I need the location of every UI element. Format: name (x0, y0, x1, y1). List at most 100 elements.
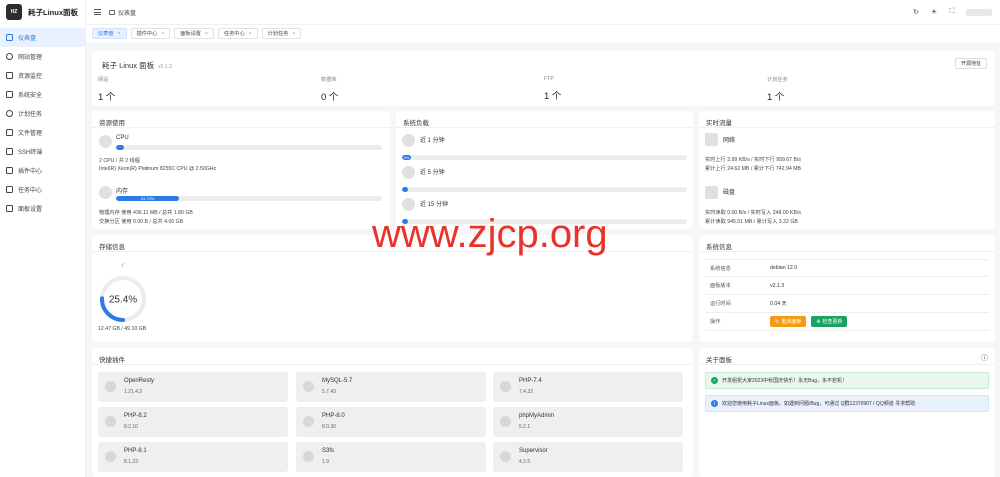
sysinfo-key: 系统信息 (710, 265, 731, 272)
sysinfo-value: v2.1.3 (770, 282, 785, 289)
plugin-card[interactable]: PHP-7.4 7.4.33 (493, 372, 683, 402)
shield-icon (6, 91, 13, 98)
brand[interactable]: HZ 耗子Linux面板 (0, 0, 85, 24)
user-avatar[interactable] (966, 8, 992, 16)
plugin-name: phpMyAdmin (519, 413, 555, 419)
tab-3[interactable]: 任务中心 × (217, 28, 258, 39)
tab-bar: 仪表盘 × 插件中心 × 面板设置 × 任务中心 × 计划任务 × (86, 24, 1000, 42)
plugin-version: 8.2.10 (124, 424, 138, 430)
cpu-icon (99, 135, 112, 148)
plugin-icon (303, 416, 314, 427)
source-link-button[interactable]: 开源地址 (954, 58, 987, 69)
divider (396, 127, 693, 128)
close-icon[interactable]: × (292, 31, 295, 37)
watermark: www.zjcp.org (372, 212, 608, 256)
plugin-card[interactable]: PHP-8.1 8.1.23 (98, 442, 288, 472)
plugin-icon (6, 167, 13, 174)
plugin-name: PHP-8.2 (124, 413, 147, 419)
menu-toggle-icon[interactable] (94, 9, 101, 15)
plugin-icon (303, 381, 314, 392)
sidebar-item-3[interactable]: 系统安全 (0, 85, 85, 104)
close-icon[interactable]: × (161, 31, 164, 37)
disk-realtime: 实时读取 0.00 B/s / 实时写入 248.00 KB/s (705, 210, 802, 216)
divider (699, 251, 995, 252)
sidebar-item-6[interactable]: SSH终端 (0, 142, 85, 161)
plugin-card[interactable]: PHP-8.2 8.2.10 (98, 407, 288, 437)
quick-plugins-card: 快捷插件 OpenResty 1.21.4.2 MySQL-5.7 5.7.43 PHP… (92, 348, 693, 477)
brand-name: 耗子Linux面板 (28, 7, 78, 17)
stat-label: FTP (544, 76, 554, 82)
plugin-card[interactable]: OpenResty 1.21.4.2 (98, 372, 288, 402)
load-5min-fill (402, 187, 408, 192)
dashboard-icon (109, 9, 115, 15)
card-title: 实时流量 (706, 120, 732, 127)
storage-donut: 25.4% (100, 276, 146, 322)
dashboard-icon (6, 34, 13, 41)
plugin-card[interactable]: MySQL-5.7 5.7.43 (296, 372, 486, 402)
card-title: 快捷插件 (99, 357, 125, 364)
restart-icon: ↻ (775, 318, 780, 325)
swap-memory: 交换分区 使用 0.00 B / 总共 4.00 GB (99, 219, 184, 225)
info-circle-icon: i (711, 400, 718, 407)
sidebar-item-4[interactable]: 计划任务 (0, 104, 85, 123)
plugin-card[interactable]: PHP-8.0 8.0.30 (296, 407, 486, 437)
tab-2[interactable]: 面板设置 × (174, 28, 214, 39)
tab-1[interactable]: 插件中心 × (130, 28, 171, 39)
cpu-threads: 2 CPU / 共 2 线程 (99, 158, 140, 164)
panel-title: 耗子 Linux 面板 (102, 61, 155, 70)
sidebar-item-8[interactable]: 任务中心 (0, 180, 85, 199)
check-update-button[interactable]: ⊕ 检查更新 (811, 316, 848, 327)
plugin-icon (303, 451, 314, 462)
plugin-icon (500, 416, 511, 427)
restart-panel-button[interactable]: ↻ 重启面板 (770, 316, 807, 327)
load-1min-fill: 3% (402, 155, 411, 160)
load-15min-label: 近 15 分钟 (420, 202, 449, 208)
close-icon[interactable]: × (249, 31, 252, 37)
restart-label: 重启面板 (781, 319, 802, 325)
stat-databases[interactable]: 数据库 0 个 (321, 76, 338, 103)
plugin-icon (105, 416, 116, 427)
sidebar-item-2[interactable]: 资源监控 (0, 66, 85, 85)
sysinfo-value: 0.04 天 (770, 301, 787, 307)
info-icon[interactable]: ⓘ (981, 353, 988, 363)
sidebar-item-label: 仪表盘 (18, 36, 37, 42)
close-icon[interactable]: × (205, 31, 208, 37)
theme-icon[interactable]: ☀ (930, 8, 938, 16)
sidebar-item-1[interactable]: 网站管理 (0, 47, 85, 66)
network-label: 网络 (723, 138, 736, 144)
donut-percent: 25.4% (109, 295, 137, 306)
monitor-icon (6, 72, 13, 79)
plugin-name: PHP-8.0 (322, 413, 345, 419)
divider (699, 127, 995, 128)
tab-4[interactable]: 计划任务 × (261, 28, 302, 39)
info-alert: i 欢迎您使用耗子Linux面板。如遇到问题/Bug，可通过 Q群1237090… (705, 395, 989, 412)
sysinfo-key: 面板版本 (710, 283, 731, 289)
fullscreen-icon[interactable]: ⛶ (948, 8, 956, 16)
plugin-card[interactable]: S3fs 1.9 (296, 442, 486, 472)
sidebar-item-9[interactable]: 面板设置 (0, 199, 85, 218)
tab-label: 计划任务 (267, 31, 289, 37)
stat-websites[interactable]: 网站 1 个 (98, 76, 115, 103)
stat-value: 1 个 (98, 92, 116, 103)
cpu-progress-fill (116, 145, 124, 150)
sidebar-item-label: 插件中心 (18, 169, 43, 175)
card-title: 存储信息 (99, 244, 125, 251)
update-icon: ⊕ (816, 318, 821, 325)
stat-label: 网站 (98, 77, 109, 83)
plugin-icon (105, 451, 116, 462)
gear-icon (6, 205, 13, 212)
tab-0[interactable]: 仪表盘 × (92, 28, 127, 39)
card-title: 系统负载 (403, 120, 429, 127)
stat-ftp[interactable]: FTP 1 个 (544, 76, 561, 102)
plugin-card[interactable]: phpMyAdmin 5.2.1 (493, 407, 683, 437)
sidebar-item-0[interactable]: 仪表盘 (0, 28, 85, 47)
brand-logo: HZ (6, 4, 22, 20)
stat-cron[interactable]: 计划任务 1 个 (767, 76, 788, 103)
plugin-version: 8.0.30 (322, 424, 336, 430)
plugin-card[interactable]: Supervisor 4.2.5 (493, 442, 683, 472)
sidebar-item-7[interactable]: 插件中心 (0, 161, 85, 180)
cpu-label: CPU (116, 135, 129, 141)
sidebar-item-5[interactable]: 文件管理 (0, 123, 85, 142)
close-icon[interactable]: × (118, 31, 121, 37)
refresh-icon[interactable]: ↻ (912, 8, 920, 16)
